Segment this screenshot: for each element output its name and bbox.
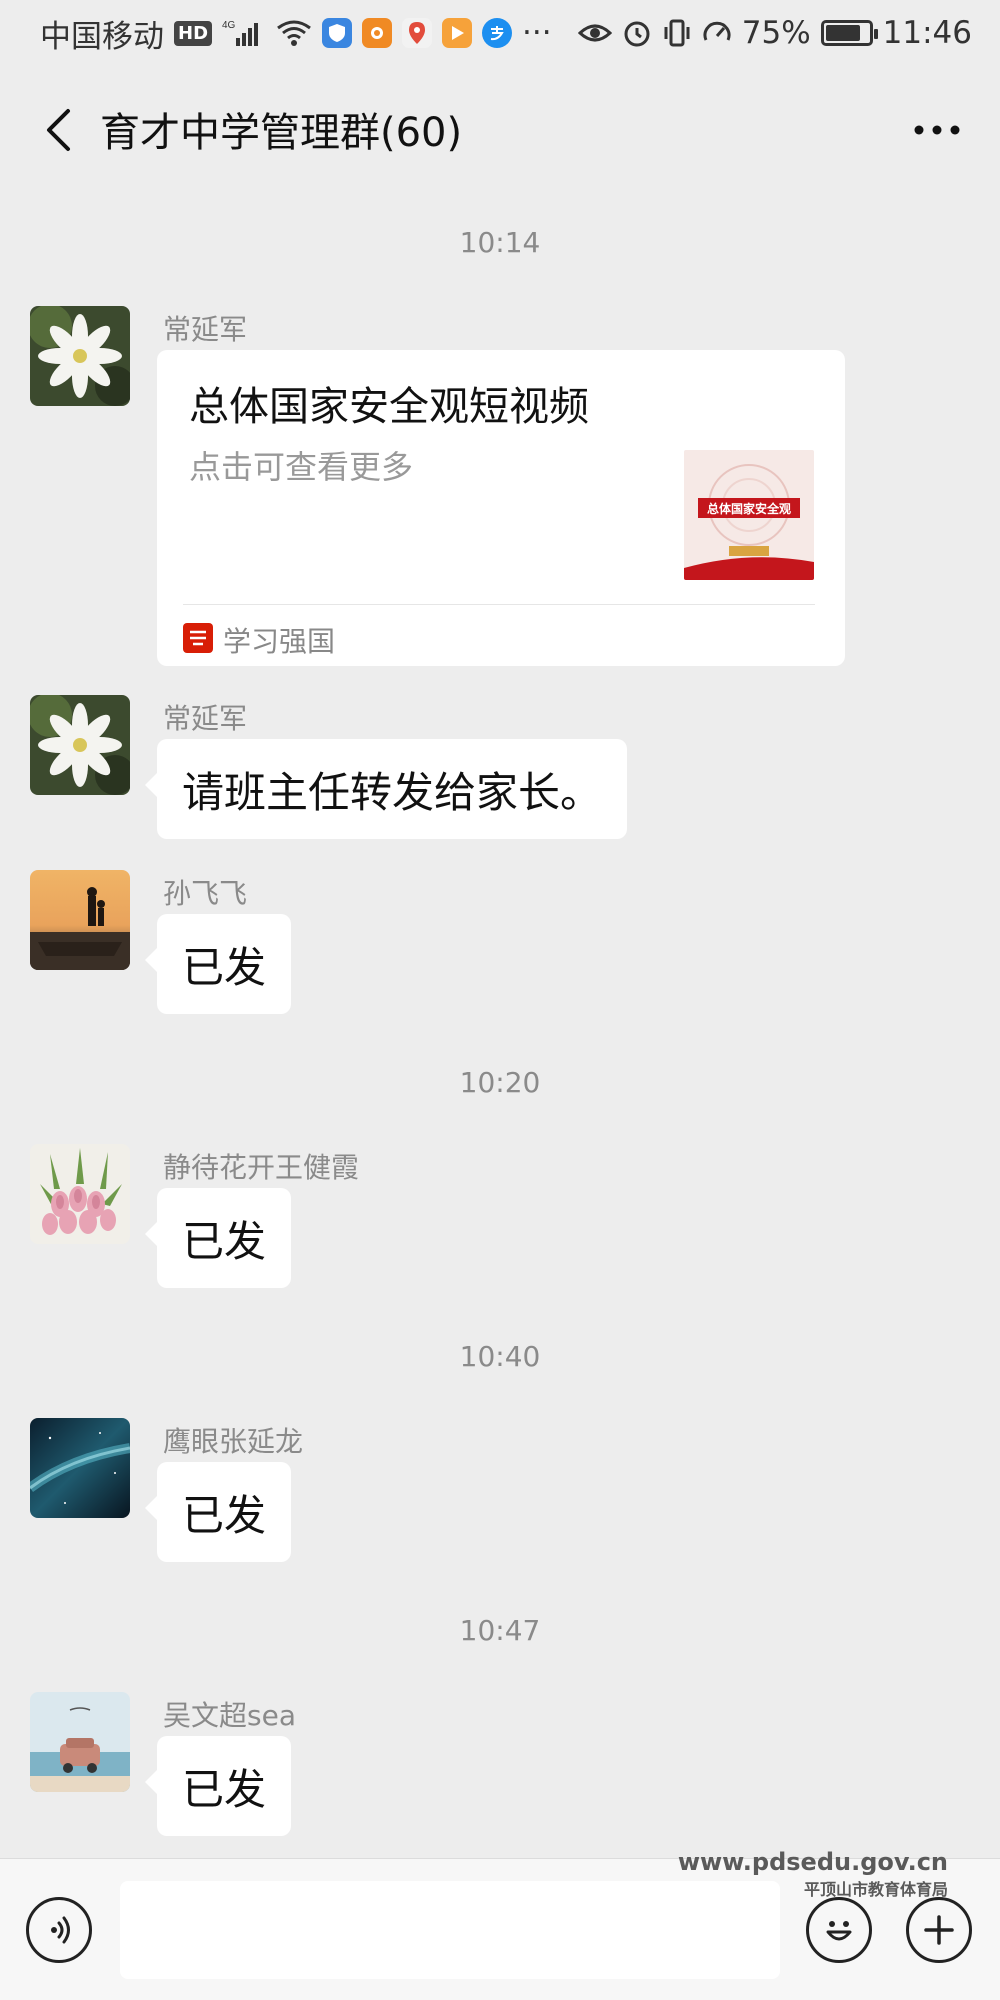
sender-name: 孙飞飞 <box>163 877 248 910</box>
chat-title: 育才中学管理群(60) <box>100 110 463 156</box>
avatar-wangjianxia[interactable] <box>30 1144 130 1244</box>
camera-app-icon <box>362 18 393 48</box>
message-bubble[interactable]: 已发 <box>144 914 292 1014</box>
watermark-url: www.pdsedu.gov.cn <box>677 1848 948 1876</box>
avatar-zhangyanlong[interactable] <box>30 1418 130 1518</box>
sender-name: 常延军 <box>163 702 248 735</box>
map-pin-app-icon <box>402 18 433 48</box>
status-bar: 中国移动 HD 4G ··· 75% 11:46 <box>0 0 1000 66</box>
time-divider: 10:40 <box>459 1340 541 1373</box>
back-button[interactable] <box>30 102 86 158</box>
card-description: 点击可查看更多 <box>189 448 414 486</box>
avatar-changyanjun[interactable] <box>30 695 130 795</box>
voice-input-button[interactable] <box>26 1897 92 1963</box>
more-options-button[interactable] <box>902 104 972 156</box>
plus-icon <box>924 1915 954 1945</box>
wifi-icon <box>276 18 312 48</box>
time-divider: 10:14 <box>459 226 541 259</box>
emoji-icon <box>826 1921 852 1941</box>
avatar-changyanjun[interactable] <box>30 306 130 406</box>
voice-icon <box>51 1916 70 1944</box>
watermark: www.pdsedu.gov.cn 平顶山市教育体育局 <box>678 1848 948 1900</box>
message-bubble[interactable]: 已发 <box>144 1188 292 1288</box>
network-type-label: 4G <box>222 20 236 31</box>
signal-icon: 4G <box>222 18 266 48</box>
message-bubble[interactable]: 请班主任转发给家长。 <box>144 739 628 839</box>
message-list[interactable]: 10:14 常延军 总体国家安全观短视频 点击可查看更多 总体国家安全观 学习强… <box>0 190 1000 1858</box>
avatar-wuwenchao[interactable] <box>30 1692 130 1792</box>
sender-name: 吴文超sea <box>163 1699 296 1732</box>
more-functions-button[interactable] <box>906 1897 972 1963</box>
xuexiqiangguo-logo-icon <box>183 623 213 653</box>
alarm-icon <box>622 18 652 48</box>
status-left: 中国移动 HD 4G ··· <box>40 11 552 56</box>
video-app-icon <box>442 18 473 48</box>
chevron-left-icon <box>47 109 70 151</box>
card-thumbnail: 总体国家安全观 <box>684 450 814 580</box>
battery-percent: 75% <box>741 15 811 51</box>
time-divider: 10:20 <box>459 1066 541 1099</box>
battery-icon <box>820 20 878 46</box>
message-bubble[interactable]: 已发 <box>144 1736 292 1836</box>
eye-icon <box>577 22 612 44</box>
alipay-app-icon <box>482 18 513 48</box>
card-source-name: 学习强国 <box>223 625 336 658</box>
status-right: 75% 11:46 <box>577 15 972 51</box>
shield-app-icon <box>322 18 353 48</box>
avatar-sunfeifei[interactable] <box>30 870 130 970</box>
more-dots-icon <box>914 125 960 135</box>
carrier-label: 中国移动 <box>40 18 164 55</box>
card-thumbnail-text: 总体国家安全观 <box>707 501 791 516</box>
clock-time: 11:46 <box>882 15 972 51</box>
emoji-button[interactable] <box>806 1897 872 1963</box>
card-title: 总体国家安全观短视频 <box>189 384 589 430</box>
sender-name: 静待花开王健霞 <box>163 1151 360 1184</box>
watermark-org: 平顶山市教育体育局 <box>803 1880 948 1899</box>
sender-name: 常延军 <box>163 313 248 346</box>
card-divider <box>183 604 815 605</box>
more-notifications-indicator: ··· <box>522 15 552 51</box>
link-card[interactable]: 总体国家安全观短视频 点击可查看更多 总体国家安全观 学习强国 <box>157 350 845 666</box>
hd-badge: HD <box>174 20 213 46</box>
nav-bar: 育才中学管理群(60) <box>0 66 1000 190</box>
vibrate-icon <box>662 18 692 48</box>
speed-icon <box>702 18 732 48</box>
message-bubble[interactable]: 已发 <box>144 1462 292 1562</box>
sender-name: 鹰眼张延龙 <box>163 1425 304 1458</box>
time-divider: 10:47 <box>459 1614 541 1647</box>
